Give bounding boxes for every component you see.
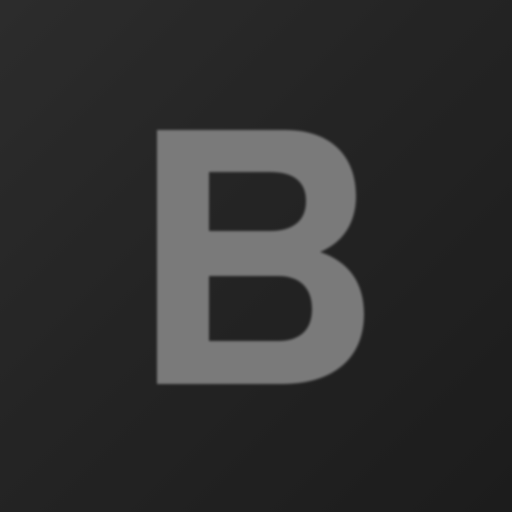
letter-b-icon [157, 130, 364, 384]
letter-b-glyph [157, 130, 364, 384]
app-icon-tile [0, 0, 512, 512]
